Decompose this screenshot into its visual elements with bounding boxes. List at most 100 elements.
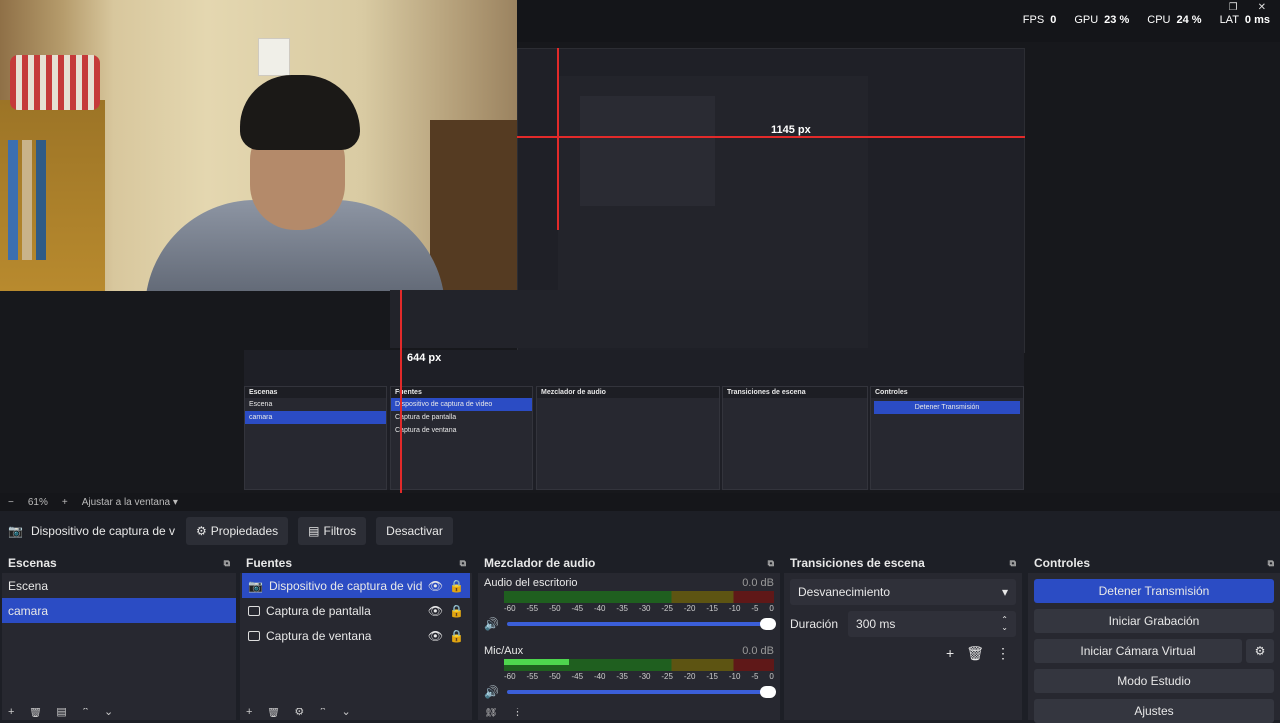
slider-knob[interactable] [760,686,776,698]
channel-name: Mic/Aux [484,645,524,657]
monitor-icon [248,605,260,616]
channel-db: 0.0 dB [742,577,774,589]
lock-icon[interactable]: 🔒 [449,629,464,643]
trash-icon[interactable]: 🗑 [28,708,42,720]
camera-icon: 📷 [248,578,263,593]
measure-label-vertical: 644 px [407,352,442,364]
eye-icon[interactable]: 👁 [428,629,443,643]
lock-icon[interactable]: 🔒 [449,579,464,593]
properties-button[interactable]: ⚙ Propiedades [186,517,289,545]
more-icon[interactable]: ⋮ [512,708,523,720]
stats-bar: ❐ ✕ FPS 0 GPU 23 % CPU 24 % LAT 0 ms [517,0,1280,42]
zoom-out-button[interactable]: − [8,497,14,508]
trash-icon[interactable]: 🗑 [266,708,280,720]
zoom-value: 61% [27,496,48,508]
eye-icon[interactable]: 👁 [428,579,443,593]
sources-title: Fuentes [246,556,293,570]
preview-canvas[interactable]: ❐ ✕ FPS 0 GPU 23 % CPU 24 % LAT 0 ms Escenas… [0,0,1280,493]
channel-name: Audio del escritorio [484,577,578,589]
stop-stream-button[interactable]: Detener Transmisión [1034,579,1274,603]
scene-item[interactable]: Escena [2,573,236,598]
chevron-up-icon[interactable]: ⌃ [81,708,90,720]
duration-input[interactable]: 300 ms ⌃ ⌄ [848,611,1016,637]
slider-knob[interactable] [760,618,776,630]
chevron-up-icon[interactable]: ⌃ [318,708,327,720]
transitions-title: Transiciones de escena [790,556,925,570]
settings-button[interactable]: Ajustes [1034,699,1274,723]
add-icon[interactable]: + [946,645,954,662]
virtual-camera-button[interactable]: Iniciar Cámara Virtual [1034,639,1242,663]
volume-slider[interactable] [506,686,776,698]
volume-slider[interactable] [506,618,776,630]
undock-icon[interactable]: ⧉ [768,558,774,569]
studio-mode-button[interactable]: Modo Estudio [1034,669,1274,693]
webcam-feed [0,0,517,291]
transition-select[interactable]: Desvanecimiento ▾ [790,579,1016,605]
recursive-preview-3 [580,96,715,206]
measure-line-vertical [400,290,402,493]
scenes-title: Escenas [8,556,57,570]
link-icon[interactable]: ⛓ [484,708,498,720]
volume-meter [504,659,774,671]
undock-icon[interactable]: ⧉ [1010,558,1016,569]
measure-label-horizontal: 1145 px [771,124,811,136]
volume-meter [504,591,774,603]
scene-item-selected[interactable]: camara [2,598,236,623]
speaker-icon[interactable]: 🔊 [484,685,499,699]
virtual-camera-settings-button[interactable]: ⚙ [1246,639,1274,663]
camera-icon: 📷 [8,524,23,538]
source-toolbar: 📷 Dispositivo de captura de v ⚙ Propiedad… [0,513,1280,549]
scenes-footer: + 🗑 ▤ ⌃ ⌄ [2,708,236,720]
undock-icon[interactable]: ⧉ [1268,558,1274,569]
window-icon [248,630,260,641]
add-icon[interactable]: + [8,708,14,720]
measure-line-vertical-top [557,48,559,230]
zoom-fit-select[interactable]: Ajustar a la ventana ▾ [82,497,178,508]
mixer-channel: Audio del escritorio 0.0 dB -60 -55 -50 -45-… [478,573,780,635]
gear-icon: ⚙ [1254,644,1266,658]
controls-title: Controles [1034,556,1091,570]
undock-icon[interactable]: ⧉ [224,558,230,569]
spinner-icon[interactable]: ⌃ ⌄ [1001,616,1008,632]
more-icon[interactable]: ⋮ [996,645,1010,662]
measure-line-horizontal [517,136,1025,138]
scenes-dock: Escenas ⧉ Escena camara + 🗑 ▤ ⌃ ⌄ [2,553,236,720]
lock-icon[interactable]: 🔒 [449,604,464,618]
filters-button[interactable]: ▤ Filtros [298,517,367,545]
speaker-icon[interactable]: 🔊 [484,617,499,631]
mini-controls: Controles Detener Transmisión [870,386,1024,490]
deactivate-button[interactable]: Desactivar [376,517,453,545]
eye-icon[interactable]: 👁 [428,604,443,618]
trash-icon[interactable]: 🗑 [966,645,984,662]
transitions-dock: Transiciones de escena ⧉ Desvanecimiento ▾… [784,553,1022,720]
sources-dock: Fuentes ⧉ 📷 Dispositivo de captura de vid… [240,553,472,720]
mini-sources: Fuentes Dispositivo de captura de video … [390,386,533,490]
start-recording-button[interactable]: Iniciar Grabación [1034,609,1274,633]
fps-stat: FPS 0 [1022,14,1057,26]
mini-transitions: Transiciones de escena [722,386,868,490]
undock-icon[interactable]: ⧉ [460,558,466,569]
mixer-dock: Mezclador de audio ⧉ Audio del escritorio… [478,553,780,720]
gear-icon[interactable]: ⚙ [294,708,304,720]
chevron-down-icon[interactable]: ⌄ [342,708,351,720]
cpu-stat: CPU 24 % [1147,14,1202,26]
chevron-down-icon: ▾ [1001,585,1008,599]
controls-dock: Controles ⧉ Detener Transmisión Iniciar G… [1028,553,1280,723]
mini-scenes: Escenas Escena camara [244,386,387,490]
restore-icon[interactable]: ❐ [1229,2,1238,13]
source-item[interactable]: Captura de ventana 👁 🔒 [242,623,470,648]
mini-mixer: Mezclador de audio [536,386,720,490]
chevron-down-icon[interactable]: ⌄ [104,708,113,720]
mixer-footer: ⛓ ⋮ [478,708,780,720]
source-item[interactable]: Captura de pantalla 👁 🔒 [242,598,470,623]
source-item-selected[interactable]: 📷 Dispositivo de captura de video 👁 🔒 [242,573,470,598]
add-icon[interactable]: + [246,708,252,720]
gear-icon: ⚙ [196,524,207,538]
meter-scale: -60 -55 -50 -45 -40 -35 -30 -25 -20 -15 -10 -5 0 [504,672,774,681]
filter-icon[interactable]: ▤ [56,708,66,720]
meter-scale: -60 -55 -50 -45 -40 -35 -30 -25 -20 -15 -10 -5 0 [504,604,774,613]
close-icon[interactable]: ✕ [1258,2,1266,13]
chevron-down-icon: ▾ [172,496,178,508]
mixer-channel: Mic/Aux 0.0 dB -60 -55 -50 -45 -40 -35 -30 -25 -2… [478,641,780,703]
zoom-in-button[interactable]: + [62,497,68,508]
